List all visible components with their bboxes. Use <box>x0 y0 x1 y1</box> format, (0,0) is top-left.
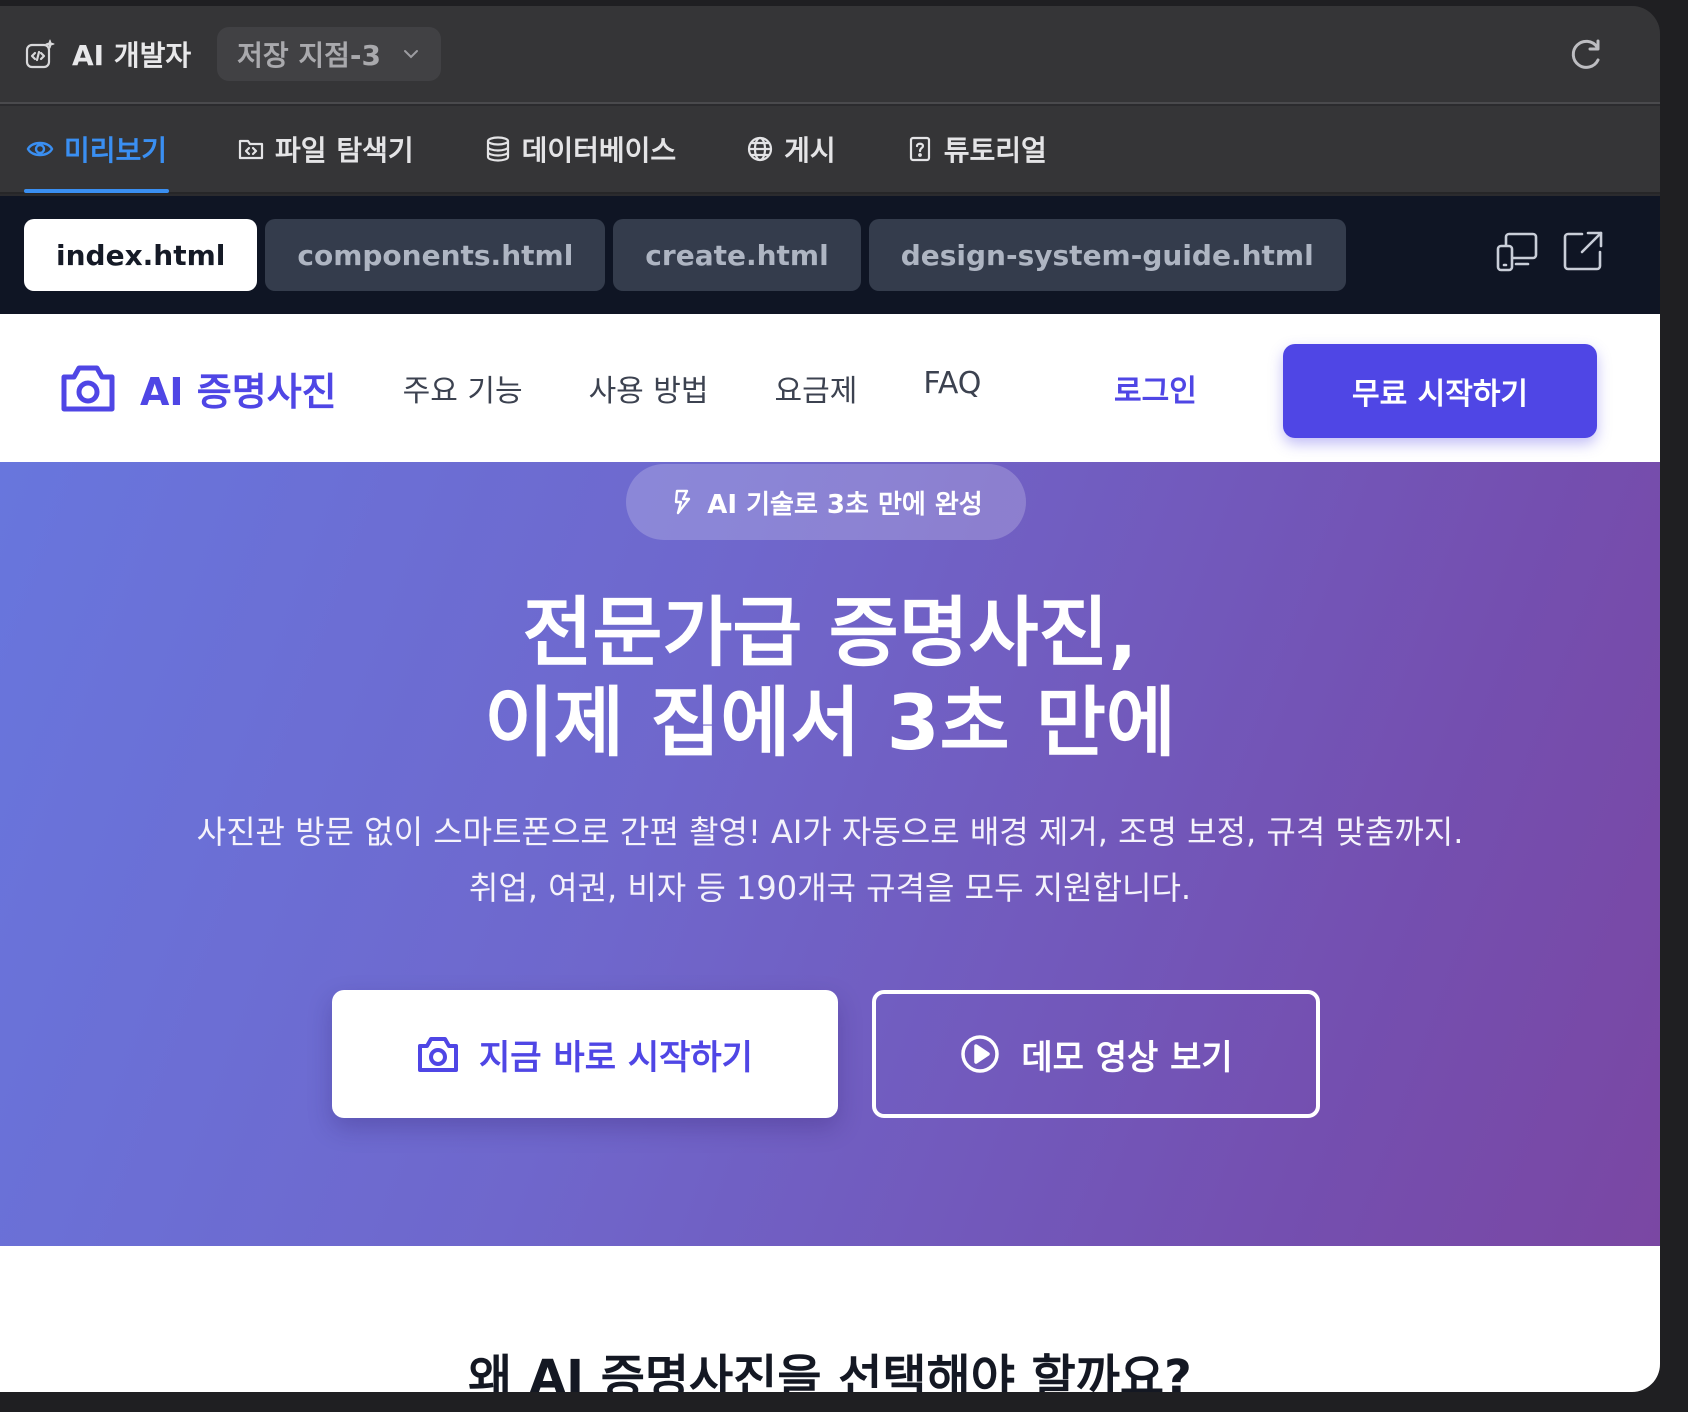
demo-video-label: 데모 영상 보기 <box>1021 1037 1233 1078</box>
branch-selector[interactable]: 저장 지점-3 <box>217 27 442 81</box>
branch-label: 저장 지점-3 <box>237 39 382 72</box>
features-section-title: 왜 AI 증명사진을 선택해야 할까요? <box>468 1350 1192 1392</box>
hero-section: AI 기술로 3초 만에 완성 전문가급 증명사진, 이제 집에서 3초 만에 … <box>0 462 1660 1246</box>
eye-icon <box>26 141 54 157</box>
site-logo[interactable]: AI 증명사진 <box>60 361 337 416</box>
play-circle-icon <box>961 1035 1000 1073</box>
brand-name: AI 증명사진 <box>140 369 337 414</box>
folder-code-icon <box>238 139 264 160</box>
tab-label: 게시 <box>784 134 836 167</box>
file-tab-components[interactable]: components.html <box>265 219 606 291</box>
hero-subtitle: 사진관 방문 없이 스마트폰으로 간편 촬영! AI가 자동으로 배경 제거, … <box>0 804 1660 916</box>
login-link[interactable]: 로그인 <box>1114 366 1197 410</box>
tab-label: 미리보기 <box>64 134 168 167</box>
globe-icon <box>748 136 773 162</box>
tab-file-explorer[interactable]: 파일 탐색기 <box>237 105 414 193</box>
preview-frame: AI 증명사진 주요 기능 사용 방법 요금제 FAQ 로그인 무료 시작하기 … <box>0 314 1660 1392</box>
tab-database[interactable]: 데이터베이스 <box>484 105 677 193</box>
lightning-icon <box>675 489 691 515</box>
nav-link-faq[interactable]: FAQ <box>923 366 981 410</box>
tab-tutorial[interactable]: 튜토리얼 <box>906 105 1047 193</box>
external-link-icon[interactable] <box>1560 228 1606 274</box>
hero-title-line-2: 이제 집에서 3초 만에 <box>484 678 1176 767</box>
tab-preview[interactable]: 미리보기 <box>23 105 170 193</box>
help-icon <box>909 136 930 162</box>
tab-label: 데이터베이스 <box>521 134 677 167</box>
file-tab-index[interactable]: index.html <box>24 219 258 291</box>
nav-links: 주요 기능 사용 방법 요금제 FAQ <box>403 366 982 410</box>
app-title: AI 개발자 <box>72 39 192 72</box>
refresh-icon[interactable] <box>1568 36 1606 74</box>
file-actions <box>1494 228 1606 274</box>
top-bar: AI 개발자 저장 지점-3 <box>0 6 1660 104</box>
code-sparkle-icon <box>24 38 56 70</box>
hero-subtitle-line-2: 취업, 여권, 비자 등 190개국 규격을 모두 지원합니다. <box>468 869 1192 907</box>
tab-label: 튜토리얼 <box>943 134 1047 167</box>
nav-link-features[interactable]: 주요 기능 <box>403 366 523 410</box>
nav-link-how-to[interactable]: 사용 방법 <box>589 366 709 410</box>
tab-label: 파일 탐색기 <box>275 134 414 167</box>
main-tabs: 미리보기 파일 탐색기 데이터베이스 게시 튜토리얼 <box>0 106 1660 194</box>
file-tab-design-system-guide[interactable]: design-system-guide.html <box>868 219 1346 291</box>
file-tabs-bar: index.html components.html create.html d… <box>0 196 1660 314</box>
hero-badge: AI 기술로 3초 만에 완성 <box>626 464 1026 540</box>
database-icon <box>486 136 509 162</box>
free-start-button[interactable]: 무료 시작하기 <box>1283 344 1597 438</box>
camera-icon <box>418 1037 459 1072</box>
chevron-down-icon <box>401 38 421 71</box>
hero-subtitle-line-1: 사진관 방문 없이 스마트폰으로 간편 촬영! AI가 자동으로 배경 제거, … <box>196 813 1464 851</box>
site-nav: AI 증명사진 주요 기능 사용 방법 요금제 FAQ 로그인 무료 시작하기 <box>0 314 1660 462</box>
hero-title: 전문가급 증명사진, 이제 집에서 3초 만에 <box>0 588 1660 768</box>
devices-icon[interactable] <box>1494 228 1540 274</box>
start-now-label: 지금 바로 시작하기 <box>479 1037 753 1078</box>
demo-video-button[interactable]: 데모 영상 보기 <box>872 990 1320 1118</box>
hero-title-line-1: 전문가급 증명사진, <box>522 588 1138 677</box>
camera-icon <box>61 365 115 412</box>
nav-link-pricing[interactable]: 요금제 <box>775 366 858 410</box>
start-now-button[interactable]: 지금 바로 시작하기 <box>332 990 838 1118</box>
tab-publish[interactable]: 게시 <box>746 105 836 193</box>
badge-text: AI 기술로 3초 만에 완성 <box>707 489 983 520</box>
app-window: AI 개발자 저장 지점-3 미리보기 파일 탐색기 데이터베이스 게시 튜토리… <box>0 6 1660 1392</box>
file-tab-create[interactable]: create.html <box>613 219 861 291</box>
